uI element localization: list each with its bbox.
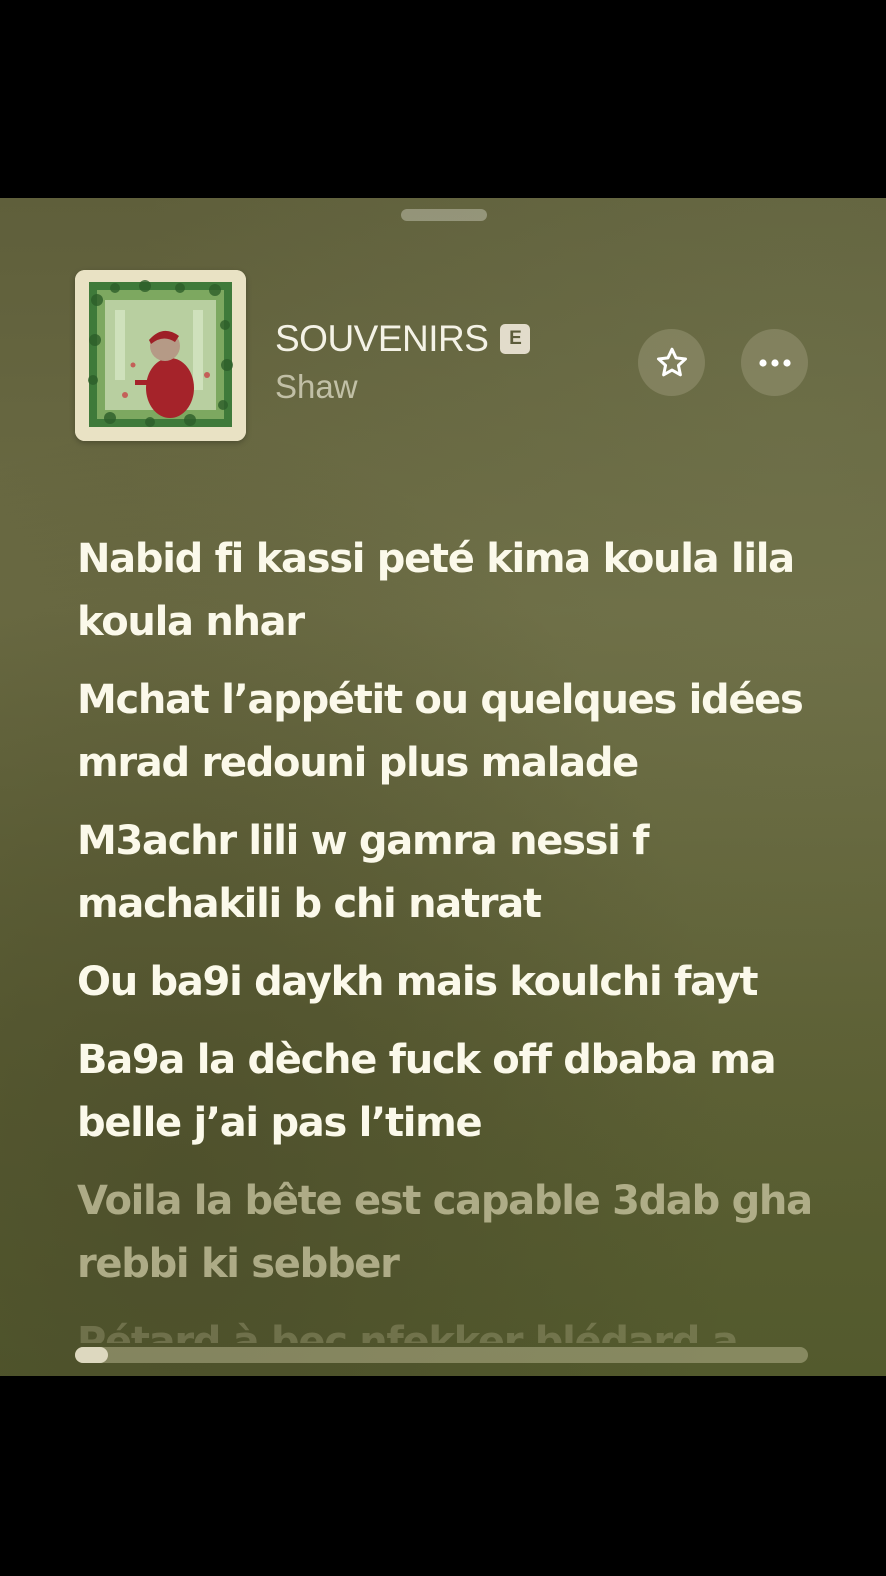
- explicit-badge: E: [500, 324, 531, 354]
- lyric-line[interactable]: Nabid fi kassi peté kima koula lila koul…: [77, 528, 817, 654]
- album-artwork[interactable]: [75, 270, 246, 441]
- ellipsis-icon: [758, 358, 791, 367]
- more-options-button[interactable]: [741, 329, 808, 396]
- playback-progress-fill[interactable]: [75, 1347, 108, 1363]
- lyric-line[interactable]: Mchat l’appétit ou quelques idées mrad r…: [77, 669, 817, 795]
- star-icon: [656, 347, 687, 376]
- lyric-line[interactable]: M3achr lili w gamra nessi f machakili b …: [77, 810, 817, 936]
- lyric-line-current[interactable]: Ba9a la dèche fuck off dbaba ma belle j’…: [77, 1029, 817, 1155]
- sheet-grabber-handle[interactable]: [401, 209, 487, 221]
- lyrics-list[interactable]: Nabid fi kassi peté kima koula lila koul…: [77, 528, 817, 1343]
- lyric-line-upcoming[interactable]: Voila la bête est capable 3dab gha rebbi…: [77, 1170, 817, 1296]
- lyric-line-upcoming[interactable]: Pétard à bec nfekker blédard a: [77, 1311, 817, 1343]
- track-title-row: SOUVENIRS E: [275, 318, 531, 360]
- favorite-button[interactable]: [638, 329, 705, 396]
- lyrics-screen: SOUVENIRS E Shaw Nabid fi kassi peté kim…: [0, 198, 886, 1376]
- playback-progress-bar[interactable]: [75, 1347, 808, 1363]
- artist-name[interactable]: Shaw: [275, 368, 358, 406]
- track-title[interactable]: SOUVENIRS: [275, 318, 489, 360]
- lyric-line[interactable]: Ou ba9i daykh mais koulchi fayt: [77, 951, 817, 1014]
